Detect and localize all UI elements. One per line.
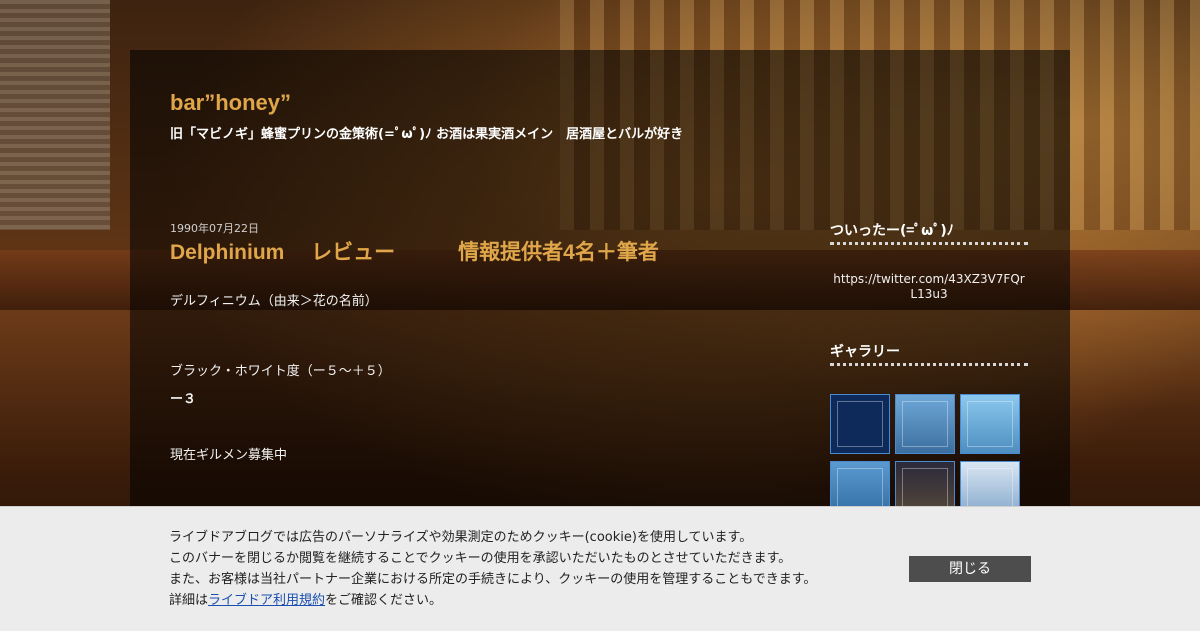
gallery-thumbnail[interactable] (960, 394, 1020, 454)
cookie-details-suffix: をご確認ください。 (325, 593, 443, 608)
sidebar-divider (830, 363, 1028, 366)
thumbnail-frame (837, 401, 883, 447)
thumbnail-frame (902, 401, 948, 447)
gallery-thumbnail[interactable] (895, 394, 955, 454)
cookie-line: このバナーを閉じるか閲覧を継続することでクッキーの使用を承認いただいたものとさせ… (169, 551, 792, 566)
sidebar-divider (830, 242, 1028, 245)
thumbnail-frame (967, 401, 1013, 447)
terms-link[interactable]: ライブドア利用規約 (208, 593, 325, 608)
cookie-banner: ライブドアブログでは広告のパーソナライズや効果測定のためクッキー(cookie)… (0, 506, 1200, 631)
cookie-details-prefix: 詳細は (169, 593, 209, 608)
gallery-heading: ギャラリー (830, 344, 900, 360)
blog-subtitle: 旧「マビノギ」蜂蜜プリンの金策術(=ﾟωﾟ)ﾉ お酒は果実酒メイン 居酒屋とバル… (170, 127, 684, 142)
cookie-line: また、お客様は当社パートナー企業における所定の手続きにより、クッキーの使用を管理… (169, 572, 817, 587)
cookie-line: ライブドアブログでは広告のパーソナライズや効果測定のためクッキー(cookie)… (169, 530, 753, 545)
twitter-heading: ついったー(=ﾟωﾟ)ﾉ (830, 223, 954, 239)
post-body-line: 現在ギルメン募集中 (170, 448, 288, 463)
gallery-thumbnail[interactable] (830, 394, 890, 454)
blog-title[interactable]: bar”honey” (170, 90, 291, 116)
post-title[interactable]: Delphinium レビュー 情報提供者4名＋筆者 (170, 236, 659, 266)
cookie-message: ライブドアブログでは広告のパーソナライズや効果測定のためクッキー(cookie)… (169, 527, 816, 611)
cookie-close-button[interactable]: 閉じる (909, 556, 1031, 582)
post-date: 1990年07月22日 (170, 222, 259, 235)
post-body-line: ー３ (170, 392, 197, 407)
twitter-link[interactable]: https://twitter.com/43XZ3V7FQrL13u3 (830, 272, 1028, 302)
background-window (0, 0, 110, 230)
cookie-line: 詳細はライブドア利用規約をご確認ください。 (169, 590, 816, 611)
post-body-line: デルフィニウム（由来＞花の名前） (170, 294, 378, 309)
post-body-line: ブラック・ホワイト度（ー５～＋５） (170, 364, 391, 379)
